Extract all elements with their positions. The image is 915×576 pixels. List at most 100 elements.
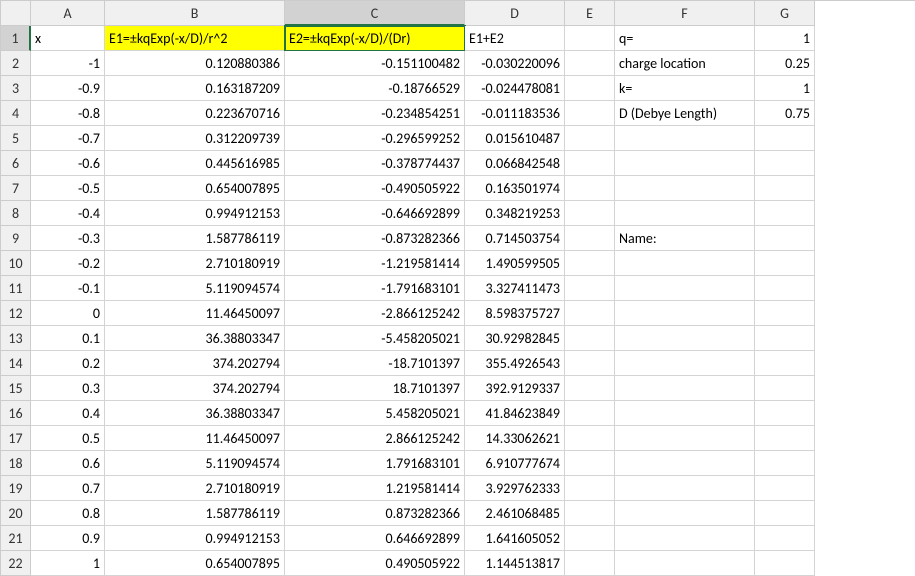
cell-E11[interactable] [565,276,615,301]
cell-A10[interactable]: -0.2 [31,251,105,276]
cell-F20[interactable] [615,501,755,526]
cell-A9[interactable]: -0.3 [31,226,105,251]
cell-D10[interactable]: 1.490599505 [465,251,565,276]
cell-A3[interactable]: -0.9 [31,76,105,101]
cell-C11[interactable]: -1.791683101 [285,276,465,301]
cell-A13[interactable]: 0.1 [31,326,105,351]
cell-G2[interactable]: 0.25 [755,51,815,76]
cell-D16[interactable]: 41.84623849 [465,401,565,426]
cell-D13[interactable]: 30.92982845 [465,326,565,351]
cell-D9[interactable]: 0.714503754 [465,226,565,251]
cell-G10[interactable] [755,251,815,276]
cell-D1[interactable]: E1+E2 [465,26,565,51]
cell-F10[interactable] [615,251,755,276]
col-header-G[interactable]: G [755,1,815,26]
row-header-16[interactable]: 16 [1,401,31,426]
row-header-9[interactable]: 9 [1,226,31,251]
cell-D20[interactable]: 2.461068485 [465,501,565,526]
cell-B9[interactable]: 1.587786119 [105,226,285,251]
cell-E12[interactable] [565,301,615,326]
cell-G20[interactable] [755,501,815,526]
cell-E3[interactable] [565,76,615,101]
cell-F9[interactable]: Name: [615,226,755,251]
cell-G19[interactable] [755,476,815,501]
cell-C2[interactable]: -0.151100482 [285,51,465,76]
col-header-E[interactable]: E [565,1,615,26]
cell-G13[interactable] [755,326,815,351]
row-header-21[interactable]: 21 [1,526,31,551]
cell-G21[interactable] [755,526,815,551]
cell-E21[interactable] [565,526,615,551]
cell-B7[interactable]: 0.654007895 [105,176,285,201]
cell-F2[interactable]: charge location [615,51,755,76]
cell-B15[interactable]: 374.202794 [105,376,285,401]
cell-C10[interactable]: -1.219581414 [285,251,465,276]
cell-C18[interactable]: 1.791683101 [285,451,465,476]
cell-E1[interactable] [565,26,615,51]
cell-D17[interactable]: 14.33062621 [465,426,565,451]
cell-D21[interactable]: 1.641605052 [465,526,565,551]
cell-B4[interactable]: 0.223670716 [105,101,285,126]
cell-G8[interactable] [755,201,815,226]
cell-C9[interactable]: -0.873282366 [285,226,465,251]
cell-E4[interactable] [565,101,615,126]
cell-A2[interactable]: -1 [31,51,105,76]
cell-E7[interactable] [565,176,615,201]
cell-F15[interactable] [615,376,755,401]
cell-F3[interactable]: k= [615,76,755,101]
cell-C22[interactable]: 0.490505922 [285,551,465,576]
cell-A11[interactable]: -0.1 [31,276,105,301]
cell-G4[interactable]: 0.75 [755,101,815,126]
cell-G9[interactable] [755,226,815,251]
cell-C3[interactable]: -0.18766529 [285,76,465,101]
cell-G1[interactable]: 1 [755,26,815,51]
cell-A17[interactable]: 0.5 [31,426,105,451]
cell-B19[interactable]: 2.710180919 [105,476,285,501]
cell-F13[interactable] [615,326,755,351]
cell-B17[interactable]: 11.46450097 [105,426,285,451]
row-header-22[interactable]: 22 [1,551,31,576]
cell-A16[interactable]: 0.4 [31,401,105,426]
cell-C14[interactable]: -18.7101397 [285,351,465,376]
col-header-D[interactable]: D [465,1,565,26]
row-header-20[interactable]: 20 [1,501,31,526]
cell-B22[interactable]: 0.654007895 [105,551,285,576]
cell-E20[interactable] [565,501,615,526]
cell-D8[interactable]: 0.348219253 [465,201,565,226]
cell-C19[interactable]: 1.219581414 [285,476,465,501]
cell-A6[interactable]: -0.6 [31,151,105,176]
cell-B13[interactable]: 36.38803347 [105,326,285,351]
cell-B1[interactable]: E1=±kqExp(-x/D)/r^2 [105,26,285,51]
cell-F16[interactable] [615,401,755,426]
cell-D12[interactable]: 8.598375727 [465,301,565,326]
cell-C8[interactable]: -0.646692899 [285,201,465,226]
cell-C5[interactable]: -0.296599252 [285,126,465,151]
cell-A7[interactable]: -0.5 [31,176,105,201]
cell-F21[interactable] [615,526,755,551]
cell-B8[interactable]: 0.994912153 [105,201,285,226]
cell-D5[interactable]: 0.015610487 [465,126,565,151]
cell-C12[interactable]: -2.866125242 [285,301,465,326]
cell-E17[interactable] [565,426,615,451]
cell-G17[interactable] [755,426,815,451]
cell-D14[interactable]: 355.4926543 [465,351,565,376]
cell-A1[interactable]: x [31,26,105,51]
cell-D22[interactable]: 1.144513817 [465,551,565,576]
cell-G3[interactable]: 1 [755,76,815,101]
cell-B16[interactable]: 36.38803347 [105,401,285,426]
cell-F5[interactable] [615,126,755,151]
row-header-3[interactable]: 3 [1,76,31,101]
cell-B20[interactable]: 1.587786119 [105,501,285,526]
cell-E10[interactable] [565,251,615,276]
cell-G14[interactable] [755,351,815,376]
cell-B21[interactable]: 0.994912153 [105,526,285,551]
row-header-19[interactable]: 19 [1,476,31,501]
row-header-17[interactable]: 17 [1,426,31,451]
row-header-4[interactable]: 4 [1,101,31,126]
cell-B18[interactable]: 5.119094574 [105,451,285,476]
cell-B2[interactable]: 0.120880386 [105,51,285,76]
cell-E2[interactable] [565,51,615,76]
row-header-14[interactable]: 14 [1,351,31,376]
cell-A8[interactable]: -0.4 [31,201,105,226]
cell-G18[interactable] [755,451,815,476]
